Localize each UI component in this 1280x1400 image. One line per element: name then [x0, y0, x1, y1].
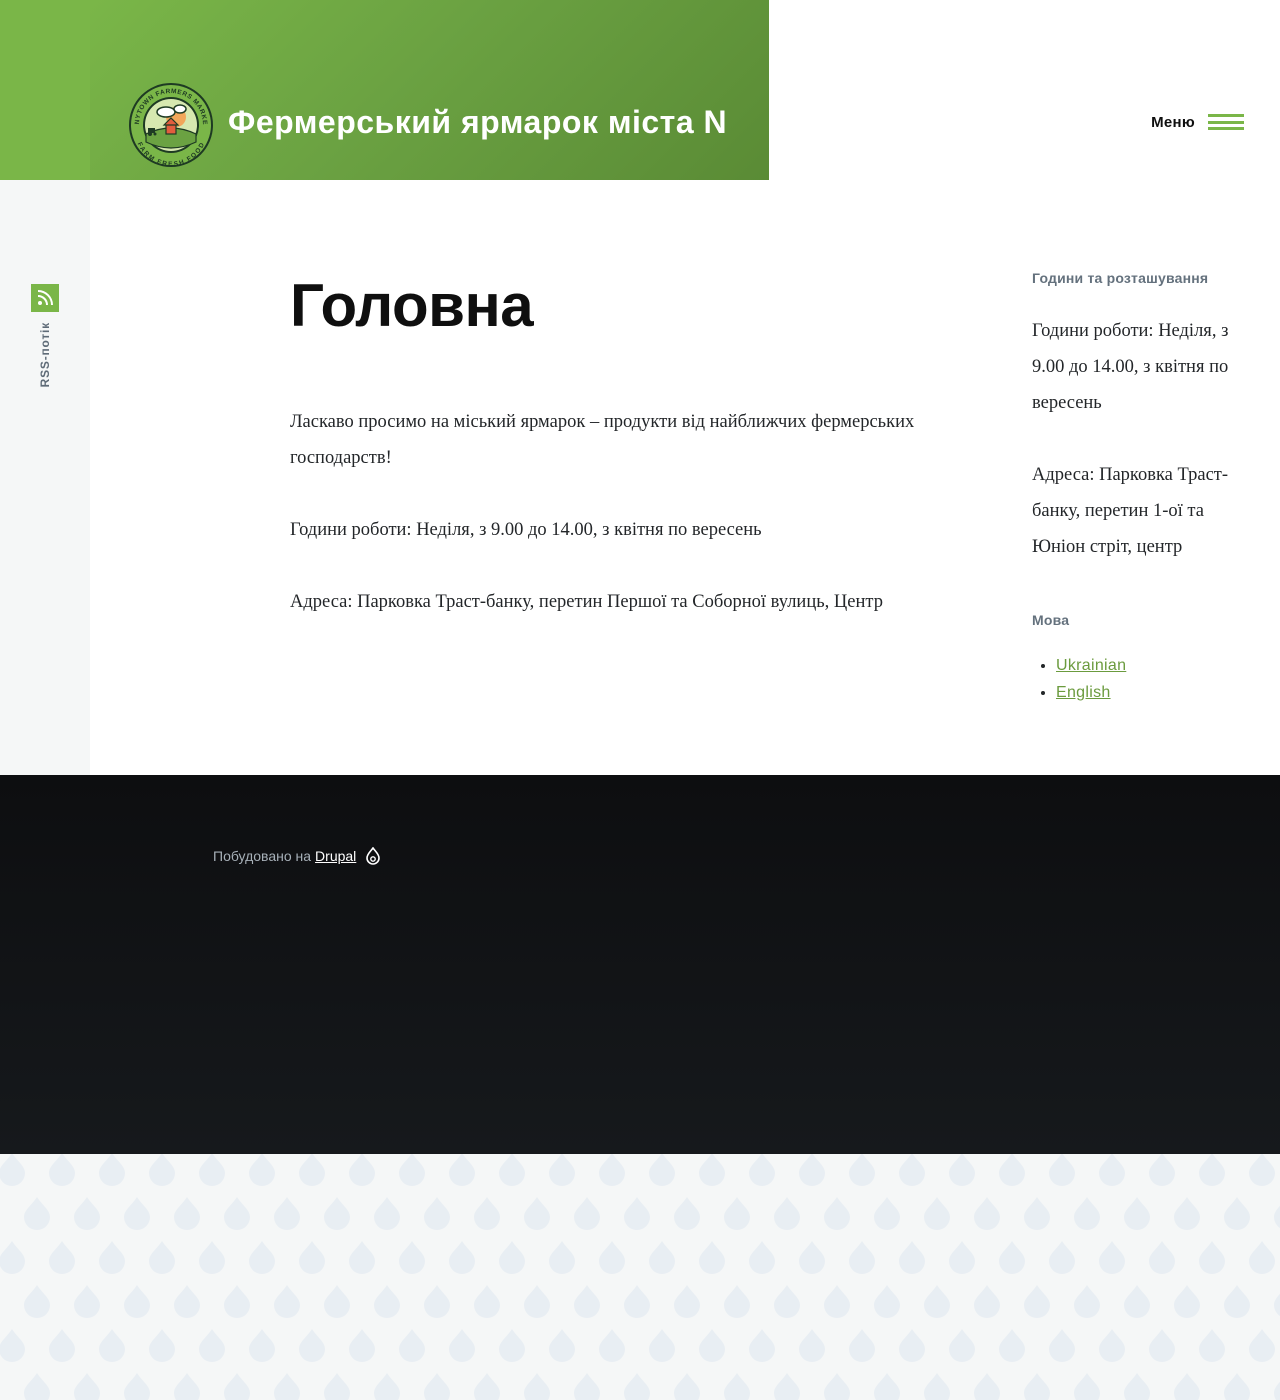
language-block-title: Мова [1032, 612, 1070, 628]
rss-label: RSS-потік [38, 322, 52, 388]
welcome-paragraph: Ласкаво просимо на міський ярмарок – про… [290, 412, 915, 468]
language-link-english[interactable]: English [1056, 684, 1111, 701]
powered-by-text: Побудовано на [213, 848, 312, 864]
sidebar-address: Адреса: Парковка Траст-банку, перетин 1-… [1032, 465, 1229, 557]
language-link-ukrainian[interactable]: Ukrainian [1056, 657, 1126, 674]
site-footer: Побудовано на Drupal [0, 775, 1280, 1154]
drop-pattern-background [0, 1154, 1280, 1400]
sidebar: Години та розташування Години роботи: Не… [1032, 268, 1252, 701]
drupal-link[interactable]: Drupal [315, 848, 356, 864]
header-left-strip [0, 0, 90, 180]
rss-feed-link[interactable]: RSS-потік [31, 284, 59, 387]
site-logo[interactable]: ANYTOWN FARMERS MARKET FARM FRESH FOOD [125, 77, 214, 168]
language-switcher-block: Мова Ukrainian English [1032, 610, 1252, 706]
language-item: English [1056, 679, 1252, 706]
page-body: Ласкаво просимо на міський ярмарок – про… [290, 404, 930, 620]
social-bar: RSS-потік [0, 180, 90, 775]
main-content: Головна Ласкаво просимо на міський ярмар… [290, 270, 930, 656]
site-branding: ANYTOWN FARMERS MARKET FARM FRESH FOOD Ф… [90, 0, 769, 180]
language-item: Ukrainian [1056, 652, 1252, 679]
language-list: Ukrainian English [1032, 652, 1252, 706]
site-header: ANYTOWN FARMERS MARKET FARM FRESH FOOD Ф… [0, 0, 1280, 180]
hours-block-title: Години та розташування [1032, 270, 1209, 286]
address-paragraph: Адреса: Парковка Траст-банку, перетин Пе… [290, 592, 883, 612]
drupal-drop-icon [366, 847, 381, 865]
hours-paragraph: Години роботи: Неділя, з 9.00 до 14.00, … [290, 520, 762, 540]
sidebar-hours: Години роботи: Неділя, з 9.00 до 14.00, … [1032, 321, 1229, 413]
hours-block-body: Години роботи: Неділя, з 9.00 до 14.00, … [1032, 313, 1252, 565]
site-name-link[interactable]: Фермерський ярмарок міста N [228, 104, 727, 141]
farmers-market-logo-icon: ANYTOWN FARMERS MARKET FARM FRESH FOOD [125, 77, 213, 168]
hamburger-icon [1208, 112, 1244, 132]
drop-pattern-icon [0, 1154, 1280, 1400]
page-title: Головна [290, 272, 534, 339]
hours-location-block: Години та розташування Години роботи: Не… [1032, 268, 1252, 565]
menu-label: Меню [1151, 113, 1195, 131]
rss-icon [31, 284, 59, 312]
powered-by: Побудовано на Drupal [213, 847, 381, 865]
menu-toggle-button[interactable]: Меню [1151, 112, 1244, 132]
